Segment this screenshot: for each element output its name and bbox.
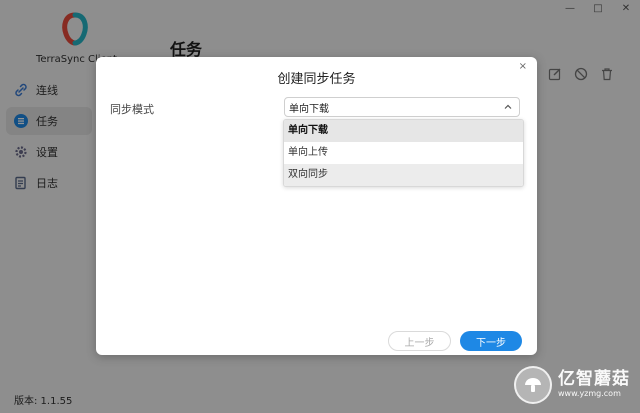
option-one-way-download[interactable]: 单向下载 <box>284 120 523 142</box>
chevron-up-icon <box>504 104 512 109</box>
watermark-name: 亿智蘑菇 <box>558 369 630 389</box>
option-one-way-upload[interactable]: 单向上传 <box>284 142 523 164</box>
sync-mode-dropdown: 单向下载 单向上传 双向同步 <box>283 119 524 187</box>
dialog-title: 创建同步任务 <box>277 72 356 87</box>
watermark-url: www.yzmg.com <box>558 389 621 398</box>
previous-step-button[interactable]: 上一步 <box>388 331 451 351</box>
option-two-way-sync[interactable]: 双向同步 <box>284 164 523 186</box>
next-step-button[interactable]: 下一步 <box>460 331 522 351</box>
create-sync-task-dialog: 创建同步任务 × 同步模式 单向下载 单向下载 单向上传 双向同步 上一步 下一… <box>96 57 537 355</box>
sync-mode-label: 同步模式 <box>110 103 154 116</box>
watermark: 亿智蘑菇 www.yzmg.com <box>514 366 630 404</box>
mushroom-logo-icon <box>514 366 552 404</box>
sync-mode-value: 单向下载 <box>289 103 329 115</box>
close-icon[interactable]: × <box>519 61 527 72</box>
sync-mode-select[interactable]: 单向下载 <box>284 97 520 117</box>
